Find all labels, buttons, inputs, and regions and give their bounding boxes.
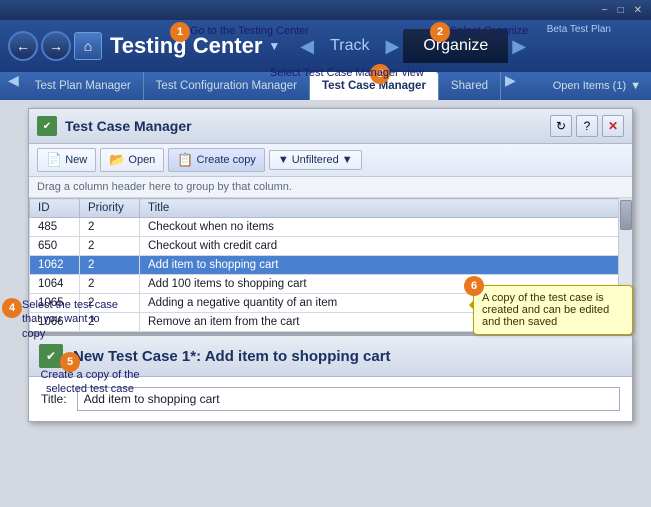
step-1-label: Go to the Testing Center [190, 25, 309, 37]
drag-hint: Drag a column header here to group by th… [29, 177, 632, 198]
beta-label: Beta Test Plan [547, 24, 611, 35]
step-4-label: Select the test case that you want to co… [22, 298, 122, 341]
cell-title: Checkout when no items [140, 218, 632, 237]
forward-button[interactable]: → [41, 31, 71, 61]
new-icon: 📄 [46, 152, 62, 168]
col-priority[interactable]: Priority [80, 199, 140, 218]
main-content: 4 Select the test case that you want to … [0, 100, 651, 507]
tcm-window-buttons: ↻ ? ✕ [550, 115, 624, 137]
cell-priority: 2 [80, 237, 140, 256]
copy-icon: 📋 [177, 152, 193, 168]
step-4-circle: 4 [2, 298, 22, 318]
open-button[interactable]: 📂 Open [100, 148, 164, 172]
right-chevron-1[interactable]: ▶ [382, 36, 404, 57]
table-row[interactable]: 6502Checkout with credit card [30, 237, 632, 256]
tab-left-chevron[interactable]: ◀ [4, 72, 23, 100]
cell-id: 485 [30, 218, 80, 237]
scrollbar-thumb[interactable] [620, 200, 632, 230]
cell-priority: 2 [80, 275, 140, 294]
home-button[interactable]: ⌂ [74, 32, 102, 60]
new-button[interactable]: 📄 New [37, 148, 96, 172]
tcm-titlebar: ✔ Test Case Manager ↻ ? ✕ [29, 109, 632, 144]
maximize-button[interactable]: □ [613, 5, 629, 16]
new-tc-title: New Test Case 1*: Add item to shopping c… [73, 348, 391, 365]
cell-id: 1062 [30, 256, 80, 275]
cell-priority: 2 [80, 218, 140, 237]
table-row[interactable]: 10622Add item to shopping cart [30, 256, 632, 275]
cell-id: 650 [30, 237, 80, 256]
cell-title: Add item to shopping cart [140, 256, 632, 275]
filter-button[interactable]: ▼ Unfiltered ▼ [269, 150, 362, 170]
filter-icon: ▼ [278, 154, 289, 166]
col-title[interactable]: Title [140, 199, 632, 218]
title-field-input[interactable] [77, 387, 620, 411]
step-2-circle: 2 [430, 22, 450, 42]
open-items-dropdown[interactable]: ▼ [630, 80, 641, 92]
cell-title: Checkout with credit card [140, 237, 632, 256]
open-icon: 📂 [109, 152, 125, 168]
table-row[interactable]: 4852Checkout when no items [30, 218, 632, 237]
cell-id: 1064 [30, 275, 80, 294]
step-1-circle: 1 [170, 22, 190, 42]
tcm-refresh-button[interactable]: ↻ [550, 115, 572, 137]
step-3-label: Select Test Case Manager view [270, 67, 424, 79]
left-chevron[interactable]: ◀ [296, 36, 318, 57]
callout-6: 6 A copy of the test case is created and… [473, 285, 633, 335]
tcm-toolbar: 📄 New 📂 Open 📋 Create copy ▼ Unfiltered … [29, 144, 632, 177]
back-button[interactable]: ← [8, 31, 38, 61]
cell-priority: 2 [80, 256, 140, 275]
col-id[interactable]: ID [30, 199, 80, 218]
minimize-button[interactable]: − [597, 5, 613, 16]
tcm-close-button[interactable]: ✕ [602, 115, 624, 137]
callout-6-text: A copy of the test case is created and c… [482, 292, 609, 328]
tcm-help-button[interactable]: ? [576, 115, 598, 137]
create-copy-button[interactable]: 📋 Create copy [168, 148, 265, 172]
title-dropdown[interactable]: ▼ [268, 39, 280, 53]
track-tab[interactable]: Track [318, 37, 381, 55]
open-items: Open Items (1) ▼ [553, 72, 647, 100]
tcm-window-icon: ✔ [37, 116, 57, 136]
step-6-circle: 6 [464, 276, 484, 296]
app-header: 1 Go to the Testing Center 2 Select Orga… [0, 20, 651, 72]
title-bar: − □ ✕ [0, 0, 651, 20]
tab-test-plan-manager[interactable]: Test Plan Manager [23, 72, 144, 100]
tab-shared[interactable]: Shared [439, 72, 501, 100]
close-window-button[interactable]: ✕ [629, 5, 647, 16]
tcm-window-title: Test Case Manager [65, 118, 550, 134]
tab-right-chevron[interactable]: ▶ [501, 72, 520, 100]
filter-dropdown-arrow: ▼ [342, 154, 353, 166]
step-2-label: Select Organize [450, 25, 528, 37]
step-5-label: Create a copy of the selected test case [30, 368, 150, 397]
right-chevron-2[interactable]: ▶ [508, 36, 530, 57]
